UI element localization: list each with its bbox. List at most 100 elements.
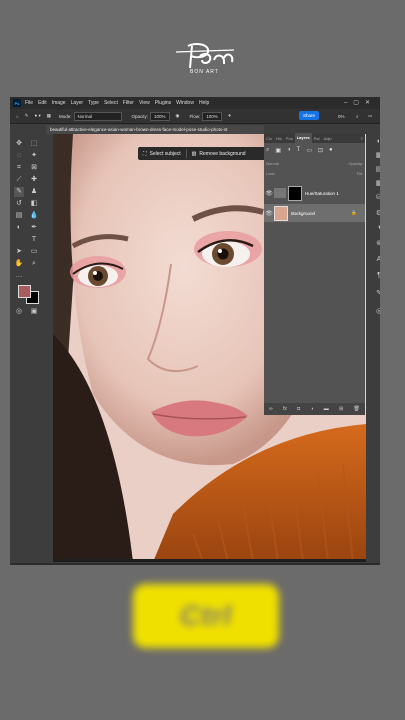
menu-select[interactable]: Select bbox=[104, 100, 118, 106]
document-tab[interactable]: beautiful-attractive-elegance-asian-woma… bbox=[46, 125, 264, 134]
healing-tool-icon[interactable]: ✚ bbox=[29, 175, 39, 185]
search-icon[interactable]: ⌕ bbox=[356, 114, 359, 119]
fx-icon[interactable]: fx bbox=[283, 406, 287, 412]
dodge-tool-icon[interactable]: ◐ bbox=[14, 223, 24, 233]
menu-window[interactable]: Window bbox=[176, 100, 194, 106]
libraries-panel-icon[interactable]: ⛁ bbox=[374, 193, 380, 203]
move-tool-icon[interactable]: ✥ bbox=[14, 139, 24, 149]
layer-mask-thumbnail[interactable] bbox=[288, 185, 302, 201]
character-panel-icon[interactable]: A bbox=[374, 255, 380, 265]
gradient-tool-icon[interactable]: ▤ bbox=[14, 211, 24, 221]
menu-layer[interactable]: Layer bbox=[71, 100, 84, 106]
home-icon[interactable]: ⌂ bbox=[16, 114, 19, 119]
eraser-tool-icon[interactable]: ◧ bbox=[29, 199, 39, 209]
brush-preset-picker[interactable]: ● ▾ bbox=[35, 113, 41, 119]
flow-input[interactable]: 100% bbox=[202, 111, 222, 121]
lasso-tool-icon[interactable]: ◌ bbox=[14, 151, 24, 161]
blend-mode-select[interactable]: Normal bbox=[266, 161, 279, 166]
panel-menu-icon[interactable]: ≡ bbox=[359, 136, 365, 141]
stamp-tool-icon[interactable]: ♟ bbox=[29, 187, 39, 197]
pen-tool-icon[interactable]: ✒ bbox=[29, 223, 39, 233]
new-layer-icon[interactable]: ⊞ bbox=[339, 406, 343, 412]
filter-smart-icon[interactable]: ⊡ bbox=[318, 147, 323, 154]
share-button[interactable]: Share bbox=[299, 111, 319, 120]
brushes-panel-icon[interactable]: ✎ bbox=[374, 289, 380, 299]
opacity-input[interactable]: 100% bbox=[150, 111, 170, 121]
remove-background-button[interactable]: ▧ Remove background bbox=[187, 151, 251, 157]
quick-mask-icon[interactable]: ◎ bbox=[14, 307, 24, 317]
brush-tool-icon[interactable]: ✎ bbox=[25, 113, 29, 119]
crop-tool-icon[interactable]: ⌗ bbox=[14, 163, 24, 173]
adjustment-icon[interactable]: ◑ bbox=[310, 406, 313, 412]
menu-filter[interactable]: Filter bbox=[123, 100, 134, 106]
path-select-tool-icon[interactable]: ➤ bbox=[14, 247, 24, 257]
add-mask-icon[interactable]: ◘ bbox=[297, 406, 300, 412]
tab-adjustments[interactable]: Adju bbox=[322, 136, 334, 141]
marquee-tool-icon[interactable]: ⬚ bbox=[29, 139, 39, 149]
adjustments-panel-icon[interactable]: ◑ bbox=[374, 223, 380, 233]
filter-kind-icon[interactable]: ⌕ bbox=[266, 147, 269, 154]
mode-label: Mode: bbox=[59, 113, 72, 119]
window-controls[interactable]: –▢✕ bbox=[344, 99, 376, 106]
tab-color[interactable]: Clo bbox=[264, 136, 274, 141]
menu-view[interactable]: View bbox=[139, 100, 150, 106]
select-subject-button[interactable]: ⛶ Select subject bbox=[138, 151, 186, 157]
brush-tool-icon[interactable]: ✎ bbox=[14, 187, 24, 197]
link-layers-icon[interactable]: ∞ bbox=[269, 406, 273, 412]
screen-mode-icon[interactable]: ▣ bbox=[29, 307, 39, 317]
frame-tool-icon[interactable]: ⊠ bbox=[29, 163, 39, 173]
gradients-panel-icon[interactable]: ▤ bbox=[374, 165, 380, 175]
pressure-opacity-icon[interactable]: ◉ bbox=[176, 113, 180, 119]
airbrush-icon[interactable]: ✈ bbox=[228, 113, 232, 119]
layer-row[interactable]: 👁 Background 🔒 bbox=[264, 204, 365, 222]
layer-opacity-label: Opacity: bbox=[348, 161, 363, 166]
layer-row[interactable]: 👁 Hue/Saturation 1 bbox=[264, 184, 365, 202]
tab-history[interactable]: His bbox=[274, 136, 284, 141]
filter-image-icon[interactable]: ▣ bbox=[275, 147, 281, 154]
menu-edit[interactable]: Edit bbox=[38, 100, 47, 106]
menu-plugins[interactable]: Plugins bbox=[155, 100, 171, 106]
shape-tool-icon[interactable]: ▭ bbox=[29, 247, 39, 257]
blur-tool-icon[interactable]: 💧 bbox=[29, 211, 39, 221]
group-folder-icon[interactable]: ▬ bbox=[324, 406, 329, 412]
eyedropper-tool-icon[interactable]: ⟋ bbox=[14, 175, 24, 185]
swatches-panel-icon[interactable]: ▦ bbox=[374, 151, 380, 161]
channels-panel-icon[interactable]: ⊛ bbox=[374, 239, 380, 249]
tab-layers[interactable]: Layers bbox=[294, 133, 312, 143]
color-panel-icon[interactable]: ◐ bbox=[374, 137, 380, 147]
menu-help[interactable]: Help bbox=[199, 100, 209, 106]
layer-thumbnail[interactable] bbox=[274, 205, 288, 221]
brush-settings-icon[interactable]: ▦ bbox=[47, 113, 51, 119]
filter-toggle-icon[interactable]: ● bbox=[329, 147, 333, 154]
eye-icon[interactable]: 👁 bbox=[264, 210, 274, 217]
status-bar bbox=[10, 563, 380, 565]
patterns-panel-icon[interactable]: ▩ bbox=[374, 179, 380, 189]
keyboard-key-overlay: Ctrl bbox=[133, 584, 279, 648]
styles-panel-icon[interactable]: ◎ bbox=[374, 307, 380, 317]
angle-value[interactable]: 0% bbox=[338, 114, 345, 119]
menu-bar: Ps File Edit Image Layer Type Select Fil… bbox=[10, 97, 380, 109]
type-tool-icon[interactable]: T bbox=[29, 235, 39, 245]
history-brush-tool-icon[interactable]: ↺ bbox=[14, 199, 24, 209]
filter-adjustment-icon[interactable]: ◑ bbox=[287, 147, 291, 154]
paragraph-panel-icon[interactable]: ¶ bbox=[374, 271, 380, 281]
select-subject-icon: ⛶ bbox=[143, 150, 147, 157]
layer-name: Hue/Saturation 1 bbox=[305, 190, 339, 196]
more-tools-icon[interactable]: … bbox=[14, 271, 24, 281]
delete-layer-icon[interactable]: 🗑 bbox=[353, 406, 359, 412]
hand-tool-icon[interactable]: ✋ bbox=[14, 259, 24, 269]
menu-image[interactable]: Image bbox=[52, 100, 66, 106]
workspace-icon[interactable]: ▭ bbox=[368, 113, 372, 119]
mode-select[interactable]: Normal bbox=[73, 111, 122, 121]
tab-position[interactable]: Pos bbox=[284, 136, 295, 141]
tab-paths[interactable]: Pat bbox=[312, 136, 322, 141]
zoom-tool-icon[interactable]: ⌕ bbox=[29, 259, 39, 269]
menu-file[interactable]: File bbox=[25, 100, 33, 106]
properties-panel-icon[interactable]: ⚙ bbox=[374, 209, 380, 219]
magic-wand-tool-icon[interactable]: ✦ bbox=[29, 151, 39, 161]
filter-shape-icon[interactable]: ▭ bbox=[306, 147, 312, 154]
menu-type[interactable]: Type bbox=[88, 100, 99, 106]
filter-type-icon[interactable]: T bbox=[297, 147, 301, 154]
foreground-color-swatch[interactable] bbox=[18, 285, 31, 298]
eye-icon[interactable]: 👁 bbox=[264, 190, 274, 197]
